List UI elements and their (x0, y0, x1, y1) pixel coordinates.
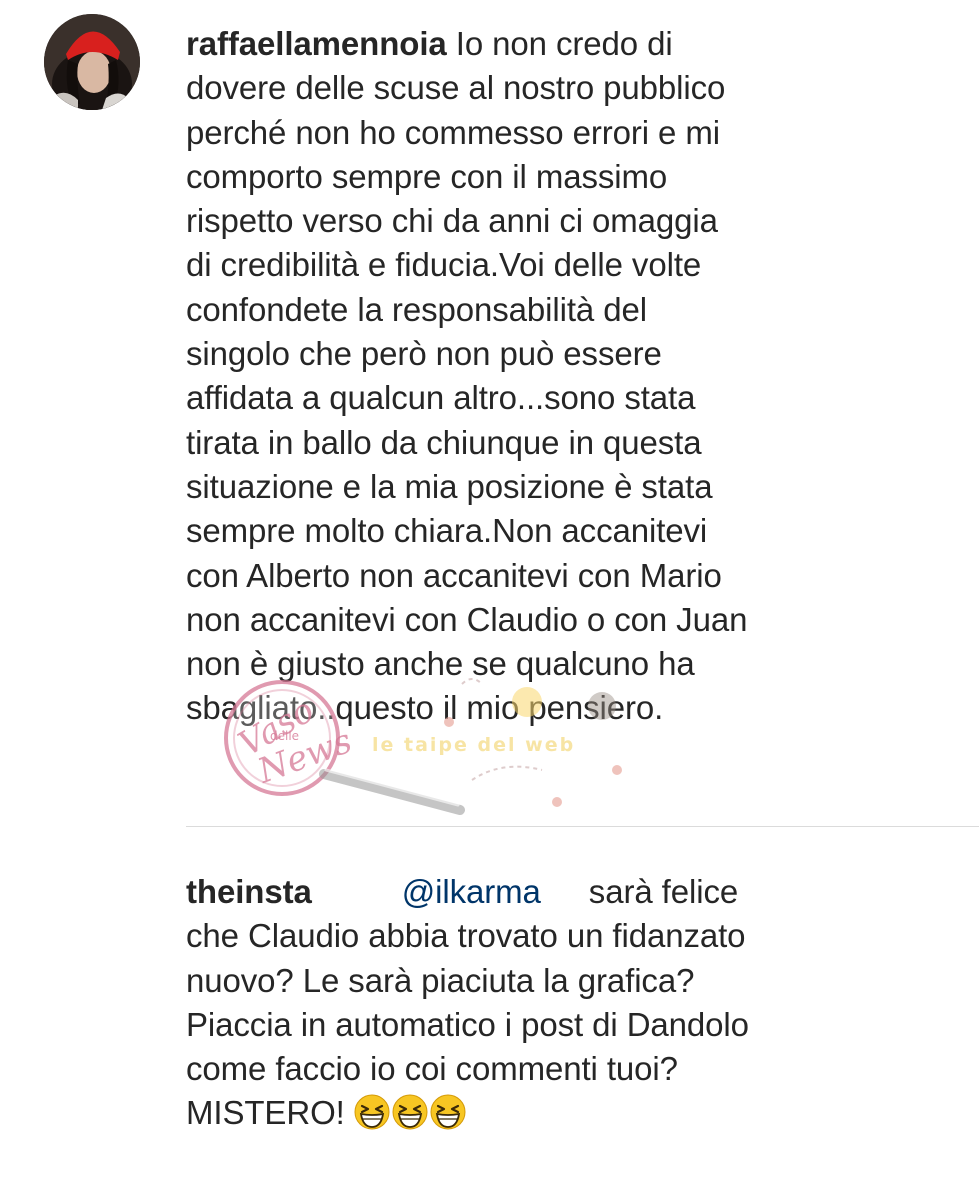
grinning-squinting-face-icon (354, 1094, 390, 1130)
comment-theinsta: theinsta @ilkarma sarà felice che Claudio … (186, 870, 886, 1136)
user-avatar[interactable] (44, 14, 140, 110)
watermark-word: News (252, 721, 357, 792)
watermark-word: delle (270, 729, 299, 743)
comment-raffaellamennoia: raffaellamennoia Io non credo di dovere … (186, 22, 886, 731)
avatar-portrait-icon (44, 14, 140, 110)
comment-text: Io non credo di dovere delle scuse al no… (186, 25, 748, 727)
comment-divider (186, 826, 979, 827)
comment-username[interactable]: theinsta (186, 873, 312, 910)
grinning-squinting-face-icon (392, 1094, 428, 1130)
comment-text-first-line: sarà felice (588, 873, 739, 910)
emoji-group (354, 1094, 468, 1131)
mention-link[interactable]: @ilkarma (402, 873, 541, 910)
grinning-squinting-face-icon (430, 1094, 466, 1130)
comment-username[interactable]: raffaellamennoia (186, 25, 447, 62)
watermark-tagline: le taipe del web (372, 734, 576, 756)
